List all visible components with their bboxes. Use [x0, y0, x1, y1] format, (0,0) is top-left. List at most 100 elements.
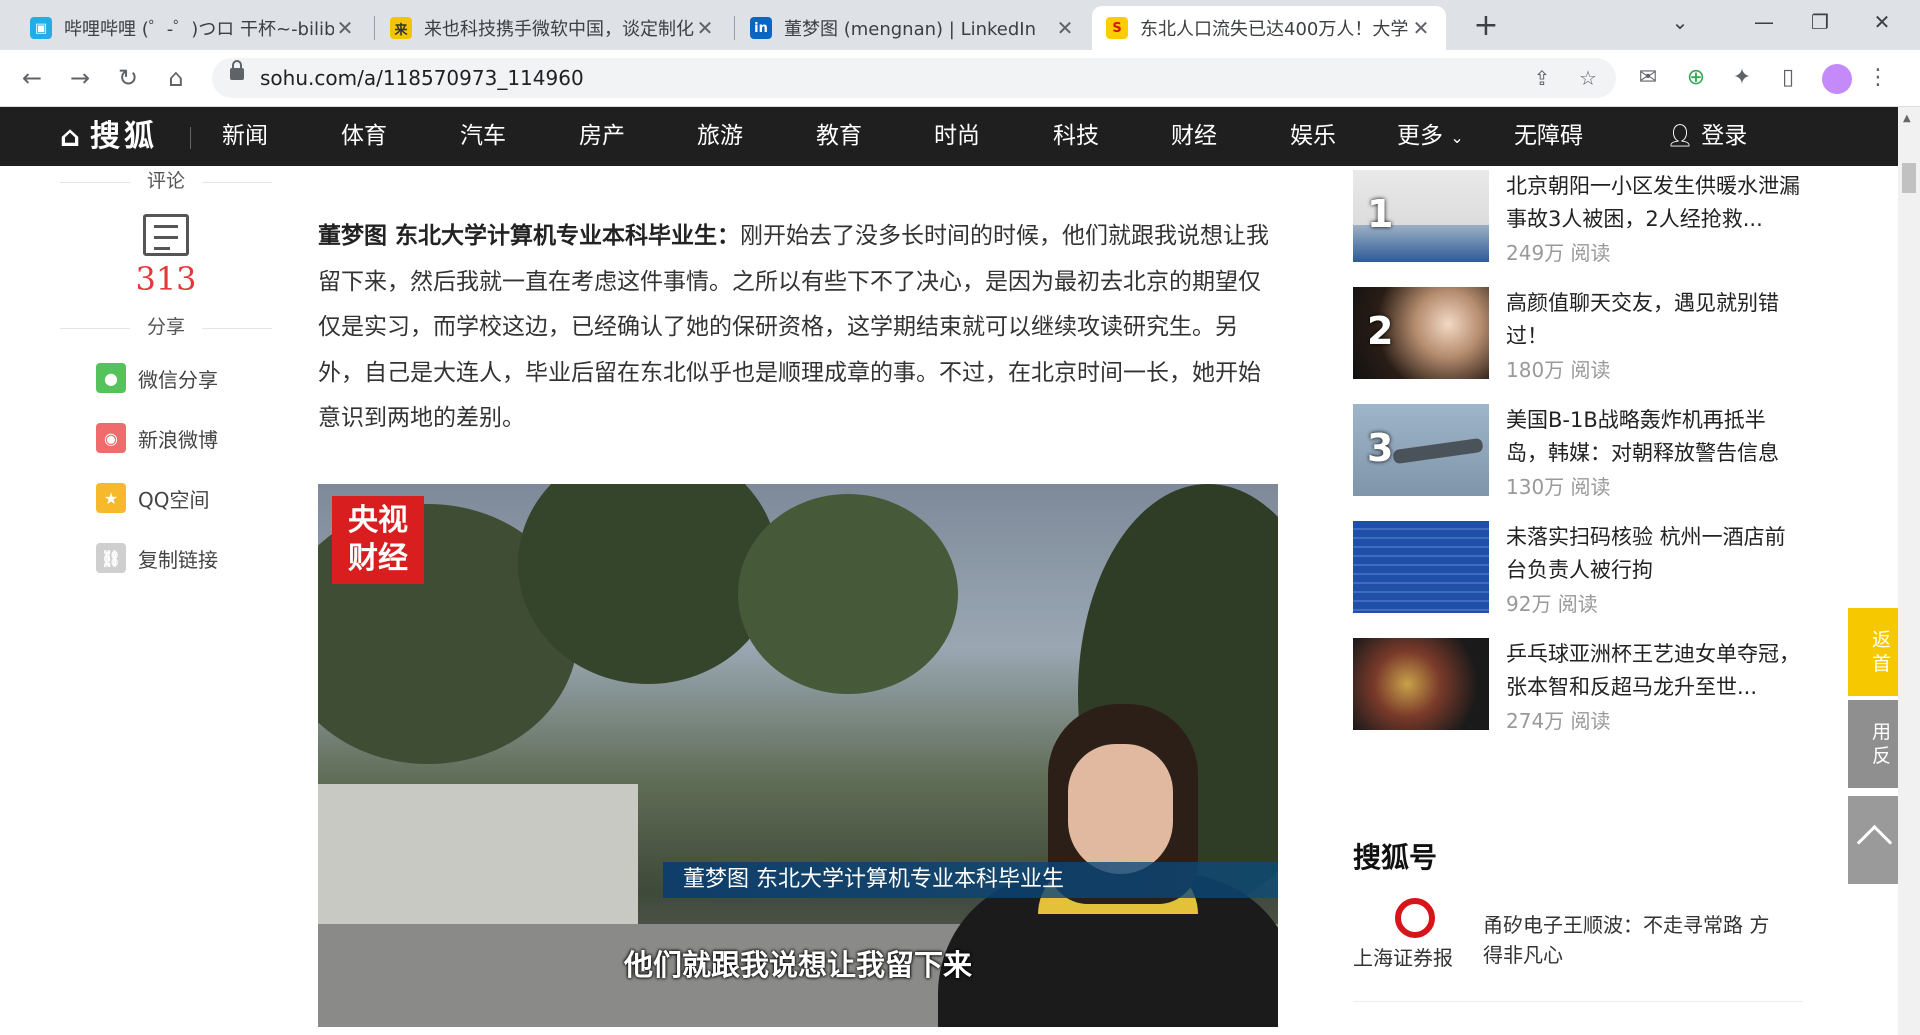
address-bar[interactable]: sohu.com/a/118570973_114960 ⇪ ☆	[212, 58, 1616, 98]
scrollbar-thumb[interactable]	[1902, 163, 1916, 193]
list-item[interactable]: 3 美国B-1B战略轰炸机再抵半岛，韩媒：对朝释放警告信息 130万 阅读	[1353, 404, 1803, 521]
share-qzone[interactable]: ★ QQ空间	[60, 468, 272, 528]
weibo-icon: ◉	[96, 423, 126, 453]
share-heading: 分享	[60, 312, 272, 342]
login-button[interactable]: 👤︎ 登录	[1666, 107, 1747, 166]
scroll-up-arrow-icon[interactable]: ▲	[1903, 113, 1911, 124]
video-subtitle: 他们就跟我说想让我留下来	[623, 948, 972, 982]
side-panel-icon[interactable]: ▯	[1772, 62, 1804, 94]
nav-item-more[interactable]: 更多 ⌄	[1397, 107, 1464, 166]
nav-item-education[interactable]: 教育	[816, 107, 862, 166]
cctv-finance-logo: 央视 财经	[332, 496, 424, 584]
nav-item-house[interactable]: 房产	[579, 107, 625, 166]
speaker-label: 董梦图 东北大学计算机专业本科毕业生：	[318, 223, 741, 249]
browser-tab[interactable]: 来 来也科技携手微软中国，谈定制化 ✕	[376, 6, 730, 50]
back-to-top-button[interactable]	[1848, 796, 1898, 884]
restore-button[interactable]: ❐	[1790, 0, 1850, 44]
news-thumbnail: 1	[1353, 170, 1489, 262]
page-scrollbar[interactable]: ▲	[1898, 107, 1920, 1035]
back-button[interactable]: ←	[14, 60, 50, 96]
user-icon: 👤︎	[1666, 124, 1694, 149]
sohu-icon: S	[1106, 17, 1128, 39]
nav-item-news[interactable]: 新闻	[222, 107, 268, 166]
feedback-button[interactable]: 用 反	[1848, 700, 1898, 788]
share-label: 复制链接	[138, 547, 218, 572]
close-icon[interactable]: ✕	[1054, 16, 1076, 40]
nav-item-tech[interactable]: 科技	[1053, 107, 1099, 166]
list-item[interactable]: 1 北京朝阳一小区发生供暖水泄漏事故3人被困，2人经抢救... 249万 阅读	[1353, 170, 1803, 287]
close-icon[interactable]: ✕	[1410, 16, 1432, 40]
browser-tabstrip: ▣ 哔哩哔哩 (゜-゜)つロ 干杯~-bilibili ✕ 来 来也科技携手微软…	[0, 0, 1920, 50]
article-paragraph: 董梦图 东北大学计算机专业本科毕业生：刚开始去了没多长时间的时候，他们就跟我说想…	[318, 214, 1278, 442]
news-title[interactable]: 美国B-1B战略轰炸机再抵半岛，韩媒：对朝释放警告信息	[1506, 404, 1806, 470]
share-label: 微信分享	[138, 367, 218, 392]
profile-avatar[interactable]	[1822, 64, 1852, 94]
news-thumbnail: 2	[1353, 287, 1489, 379]
link-icon: ⛓	[96, 543, 126, 573]
close-icon[interactable]: ✕	[694, 16, 716, 40]
comment-icon[interactable]	[143, 214, 189, 256]
share-weibo[interactable]: ◉ 新浪微博	[60, 408, 272, 468]
rank-number: 3	[1367, 426, 1394, 470]
media-article-title[interactable]: 甬矽电子王顺波：不走寻常路 方得非凡心	[1483, 910, 1783, 970]
browser-tab-active[interactable]: S 东北人口流失已达400万人！大学 ✕	[1092, 6, 1446, 50]
nav-item-auto[interactable]: 汽车	[460, 107, 506, 166]
url-text[interactable]: sohu.com/a/118570973_114960	[260, 58, 584, 98]
read-count: 249万 阅读	[1506, 241, 1611, 265]
list-item[interactable]: 未落实扫码核验 杭州一酒店前台负责人被行拘 92万 阅读	[1353, 521, 1803, 638]
chevron-up-icon	[1856, 824, 1893, 861]
read-count: 130万 阅读	[1506, 475, 1611, 499]
article-video[interactable]: 央视 财经 董梦图 东北大学计算机专业本科毕业生 他们就跟我说想让我留下来	[318, 484, 1278, 1027]
share-icon[interactable]: ⇪	[1526, 62, 1558, 94]
back-to-home-button[interactable]: 返 首	[1848, 608, 1898, 696]
home-button[interactable]: ⌂	[158, 60, 194, 96]
mail-icon[interactable]: ✉	[1632, 62, 1664, 94]
logo-text: 搜狐	[90, 119, 159, 154]
new-tab-button[interactable]: +	[1468, 8, 1504, 44]
chevron-down-icon: ⌄	[1450, 128, 1464, 147]
news-thumbnail	[1353, 638, 1489, 730]
sohu-logo[interactable]: ⌂ 搜狐	[60, 107, 158, 166]
news-title[interactable]: 未落实扫码核验 杭州一酒店前台负责人被行拘	[1506, 521, 1806, 587]
nav-more-label: 更多	[1397, 123, 1443, 149]
nav-item-fashion[interactable]: 时尚	[934, 107, 980, 166]
lock-icon[interactable]	[230, 60, 244, 80]
close-icon[interactable]: ✕	[334, 16, 356, 40]
home-icon: ⌂	[60, 120, 85, 153]
news-thumbnail: 3	[1353, 404, 1489, 496]
laiye-icon: 来	[390, 17, 412, 39]
close-window-button[interactable]: ✕	[1852, 0, 1912, 44]
tab-search-chevron-icon[interactable]: ⌄	[1650, 0, 1710, 44]
nav-item-finance[interactable]: 财经	[1171, 107, 1217, 166]
nav-item-accessibility[interactable]: 无障碍	[1514, 107, 1583, 166]
menu-kebab-icon[interactable]: ⋮	[1862, 62, 1894, 94]
nav-item-travel[interactable]: 旅游	[697, 107, 743, 166]
nav-item-ent[interactable]: 娱乐	[1290, 107, 1336, 166]
reload-button[interactable]: ↻	[110, 60, 146, 96]
share-wechat[interactable]: ● 微信分享	[60, 348, 272, 408]
browser-tab[interactable]: ▣ 哔哩哔哩 (゜-゜)つロ 干杯~-bilibili ✕	[16, 6, 370, 50]
read-count: 274万 阅读	[1506, 709, 1611, 733]
news-title[interactable]: 高颜值聊天交友，遇见就别错过！	[1506, 287, 1806, 353]
shanghai-securities-logo	[1395, 898, 1435, 938]
minimize-button[interactable]: —	[1734, 0, 1794, 44]
extensions-puzzle-icon[interactable]: ✦	[1726, 62, 1758, 94]
media-card[interactable]: 上海证券报 甬矽电子王顺波：不走寻常路 方得非凡心	[1353, 898, 1803, 988]
nav-item-sports[interactable]: 体育	[341, 107, 387, 166]
list-item[interactable]: 2 高颜值聊天交友，遇见就别错过！ 180万 阅读	[1353, 287, 1803, 404]
site-nav: ⌂ 搜狐 新闻 体育 汽车 房产 旅游 教育 时尚 科技 财经 娱乐 更多 ⌄ 无…	[0, 107, 1898, 166]
tab-title: 东北人口流失已达400万人！大学	[1140, 19, 1409, 40]
extension-add-icon[interactable]: ⊕	[1680, 62, 1712, 94]
browser-tab[interactable]: in 董梦图 (mengnan) | LinkedIn ✕	[736, 6, 1090, 50]
rank-number: 1	[1367, 192, 1394, 236]
forward-button[interactable]: →	[62, 60, 98, 96]
copy-link[interactable]: ⛓ 复制链接	[60, 528, 272, 588]
news-title[interactable]: 北京朝阳一小区发生供暖水泄漏事故3人被困，2人经抢救...	[1506, 170, 1806, 236]
video-caption: 董梦图 东北大学计算机专业本科毕业生	[663, 862, 1278, 898]
media-name[interactable]: 上海证券报	[1353, 942, 1453, 971]
comment-count[interactable]: 313	[60, 260, 272, 310]
list-item[interactable]: 乒乓球亚洲杯王艺迪女单夺冠，张本智和反超马龙升至世... 274万 阅读	[1353, 638, 1803, 755]
bookmark-star-icon[interactable]: ☆	[1572, 62, 1604, 94]
news-title[interactable]: 乒乓球亚洲杯王艺迪女单夺冠，张本智和反超马龙升至世...	[1506, 638, 1806, 704]
wechat-icon: ●	[96, 363, 126, 393]
